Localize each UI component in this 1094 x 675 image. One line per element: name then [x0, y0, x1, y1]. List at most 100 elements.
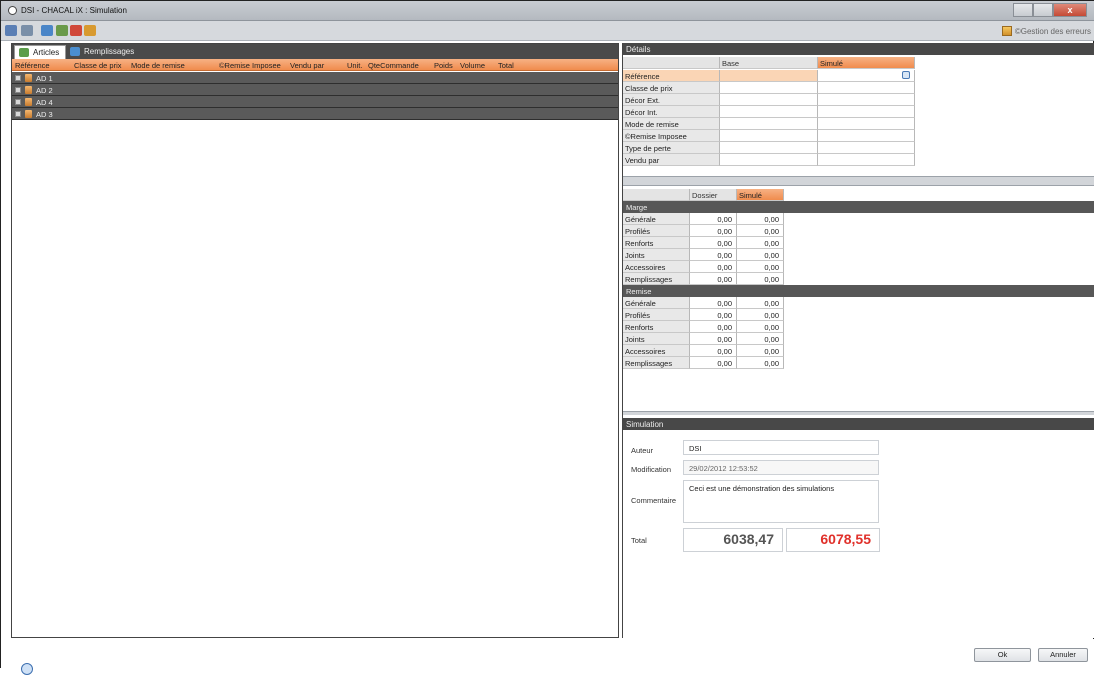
details-simule-cell[interactable] [818, 154, 915, 166]
details-simule-cell[interactable] [818, 70, 915, 82]
details-row-label: Décor Int. [623, 106, 720, 118]
section-marge: Marge [623, 201, 1094, 213]
expand-icon[interactable] [15, 87, 21, 93]
remise-row-label: Renforts [623, 321, 690, 333]
details-simule-cell[interactable] [818, 142, 915, 154]
margin-dossier-value: 0,00 [690, 225, 737, 237]
margins-corner [623, 189, 690, 201]
col-volume[interactable]: Volume [460, 61, 485, 70]
col-mode-remise[interactable]: Mode de remise [131, 61, 185, 70]
toolbar: ©Gestion des erreurs [1, 21, 1094, 41]
close-button[interactable]: x [1053, 3, 1087, 17]
margin-row-label: Générale [623, 213, 690, 225]
expand-icon[interactable] [15, 75, 21, 81]
expand-icon[interactable] [15, 99, 21, 105]
details-row-label: Référence [623, 70, 720, 82]
remplissages-icon [70, 47, 80, 56]
margin-dossier-value: 0,00 [690, 261, 737, 273]
details-base-cell [720, 70, 818, 82]
remise-simule-value[interactable]: 0,00 [737, 321, 784, 333]
margin-dossier-value: 0,00 [690, 213, 737, 225]
article-icon [25, 74, 32, 82]
margin-row-label: Remplissages [623, 273, 690, 285]
details-simule-cell[interactable] [818, 130, 915, 142]
help-icon[interactable] [21, 663, 33, 675]
details-simule-cell[interactable] [818, 118, 915, 130]
details-base-cell [720, 82, 818, 94]
tab-articles[interactable]: Articles [14, 45, 67, 59]
remise-simule-value[interactable]: 0,00 [737, 333, 784, 345]
expand-all-icon[interactable] [5, 25, 17, 36]
details-simule-cell[interactable] [818, 106, 915, 118]
splitter[interactable] [623, 411, 1094, 415]
remise-dossier-value: 0,00 [690, 321, 737, 333]
details-base-cell [720, 154, 818, 166]
details-title: Détails [623, 43, 1094, 55]
details-row-label: Décor Ext. [623, 94, 720, 106]
details-simule-cell[interactable] [818, 94, 915, 106]
annuler-button[interactable]: Annuler [1038, 648, 1088, 662]
col-vendu-par[interactable]: Vendu par [290, 61, 324, 70]
details-row-label: Type de perte [623, 142, 720, 154]
details-row-label: Mode de remise [623, 118, 720, 130]
edit-icon[interactable] [41, 25, 53, 36]
remise-simule-value[interactable]: 0,00 [737, 345, 784, 357]
modification-label: Modification [631, 465, 672, 474]
grid-row[interactable]: AD 4 [12, 96, 618, 108]
margin-simule-value[interactable]: 0,00 [737, 249, 784, 261]
col-unit[interactable]: Unit. [347, 61, 362, 70]
commentaire-field[interactable]: Ceci est une démonstration des simulatio… [683, 480, 879, 523]
remise-row-label: Joints [623, 333, 690, 345]
details-base-cell [720, 118, 818, 130]
col-classe-prix[interactable]: Classe de prix [74, 61, 122, 70]
margin-simule-value[interactable]: 0,00 [737, 237, 784, 249]
margin-simule-value[interactable]: 0,00 [737, 261, 784, 273]
col-poids[interactable]: Poids [434, 61, 453, 70]
remise-dossier-value: 0,00 [690, 345, 737, 357]
margin-simule-value[interactable]: 0,00 [737, 225, 784, 237]
collapse-all-icon[interactable] [21, 25, 33, 36]
margin-simule-value[interactable]: 0,00 [737, 273, 784, 285]
delete-icon[interactable] [70, 25, 82, 36]
remise-dossier-value: 0,00 [690, 309, 737, 321]
remise-simule-value[interactable]: 0,00 [737, 357, 784, 369]
tab-strip: Articles Remplissages [12, 44, 618, 59]
article-icon [25, 98, 32, 106]
details-simule-cell[interactable] [818, 82, 915, 94]
total-simule: 6078,55 [786, 528, 880, 552]
error-management-link[interactable]: ©Gestion des erreurs [1001, 26, 1091, 36]
margin-row-label: Accessoires [623, 261, 690, 273]
import-icon[interactable] [56, 25, 68, 36]
grid-row[interactable]: AD 2 [12, 84, 618, 96]
simulation-window: DSI - CHACAL iX : Simulation x ©Gestion … [0, 0, 1094, 675]
margin-simule-value[interactable]: 0,00 [737, 213, 784, 225]
remise-simule-value[interactable]: 0,00 [737, 309, 784, 321]
simulation-form: Simulation Auteur DSI Modification 29/02… [623, 418, 1094, 638]
grid-row[interactable]: AD 3 [12, 108, 618, 120]
col-reference[interactable]: Référence [15, 61, 50, 70]
export-icon[interactable] [84, 25, 96, 36]
splitter[interactable] [623, 176, 1094, 186]
col-remise-imposee[interactable]: ©Remise Imposee [219, 61, 281, 70]
minimize-button[interactable] [1013, 3, 1033, 17]
details-base-cell [720, 94, 818, 106]
auteur-field[interactable]: DSI [683, 440, 879, 455]
grid-row[interactable]: AD 1 [12, 72, 618, 84]
details-row-label: ©Remise Imposee [623, 130, 720, 142]
expand-icon[interactable] [15, 111, 21, 117]
total-base: 6038,47 [683, 528, 783, 552]
col-total[interactable]: Total [498, 61, 514, 70]
details-row-label: Vendu par [623, 154, 720, 166]
details-row-label: Classe de prix [623, 82, 720, 94]
remise-simule-value[interactable]: 0,00 [737, 297, 784, 309]
total-label: Total [631, 536, 647, 545]
maximize-button[interactable] [1033, 3, 1053, 17]
warning-icon [1001, 26, 1012, 36]
dropdown-icon[interactable] [902, 71, 910, 79]
modification-field: 29/02/2012 12:53:52 [683, 460, 879, 475]
auteur-label: Auteur [631, 446, 654, 455]
ok-button[interactable]: Ok [974, 648, 1031, 662]
tab-remplissages[interactable]: Remplissages [66, 45, 140, 59]
articles-icon [19, 48, 29, 57]
col-qte-commande[interactable]: QteCommande [368, 61, 419, 70]
